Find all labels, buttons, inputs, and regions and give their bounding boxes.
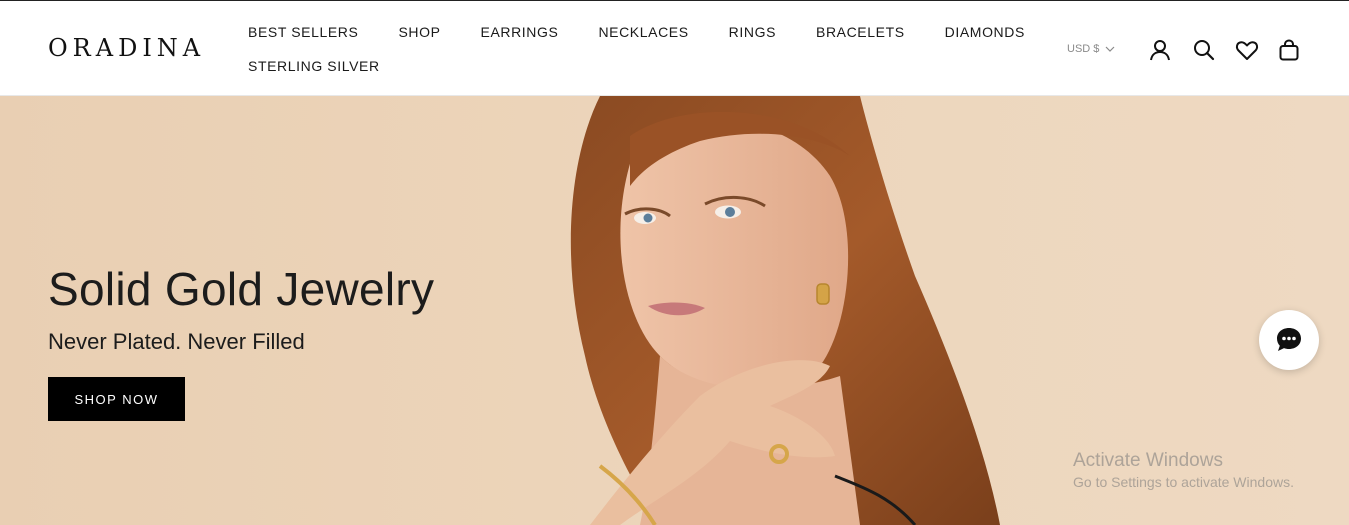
nav-item-bracelets[interactable]: BRACELETS bbox=[816, 19, 905, 45]
nav-item-diamonds[interactable]: DIAMONDS bbox=[945, 19, 1025, 45]
hero-subtitle: Never Plated. Never Filled bbox=[48, 329, 305, 354]
chevron-down-icon bbox=[1105, 46, 1115, 52]
currency-selector[interactable]: USD $ bbox=[1067, 39, 1115, 59]
nav-item-best-sellers[interactable]: BEST SELLERS bbox=[248, 19, 358, 45]
main-nav: BEST SELLERS SHOP EARRINGS NECKLACES RIN… bbox=[248, 19, 1024, 79]
nav-item-necklaces[interactable]: NECKLACES bbox=[598, 19, 688, 45]
wishlist-heart-icon bbox=[1235, 41, 1259, 60]
hero-banner: Solid Gold Jewelry Never Plated. Never F… bbox=[0, 96, 1349, 525]
currency-label: USD $ bbox=[1067, 43, 1100, 55]
nav-item-earrings[interactable]: EARRINGS bbox=[481, 19, 559, 45]
search-button[interactable] bbox=[1191, 37, 1217, 63]
chat-widget-button[interactable] bbox=[1259, 310, 1319, 370]
nav-item-sterling-silver[interactable]: STERLING SILVER bbox=[248, 53, 380, 79]
wishlist-button[interactable] bbox=[1234, 37, 1260, 63]
nav-row-secondary: STERLING SILVER bbox=[248, 53, 1008, 79]
brand-logo[interactable]: ORADINA bbox=[48, 33, 205, 63]
nav-row-primary: BEST SELLERS SHOP EARRINGS NECKLACES RIN… bbox=[248, 19, 1024, 45]
nav-item-shop[interactable]: SHOP bbox=[398, 19, 440, 45]
windows-activation-watermark: Activate Windows Go to Settings to activ… bbox=[1073, 450, 1294, 492]
watermark-title: Activate Windows bbox=[1073, 450, 1223, 471]
watermark-subtitle: Go to Settings to activate Windows. bbox=[1073, 474, 1294, 490]
account-button[interactable] bbox=[1147, 37, 1173, 63]
search-icon bbox=[1194, 40, 1215, 61]
chat-bubble-icon bbox=[1277, 328, 1301, 351]
cart-bag-icon bbox=[1279, 39, 1299, 61]
shop-now-button[interactable]: SHOP NOW bbox=[48, 377, 185, 421]
cart-button[interactable] bbox=[1276, 37, 1302, 63]
account-icon bbox=[1150, 40, 1170, 61]
site-header: ORADINA BEST SELLERS SHOP EARRINGS NECKL… bbox=[0, 1, 1349, 96]
hero-title: Solid Gold Jewelry bbox=[48, 263, 435, 315]
nav-item-rings[interactable]: RINGS bbox=[729, 19, 776, 45]
